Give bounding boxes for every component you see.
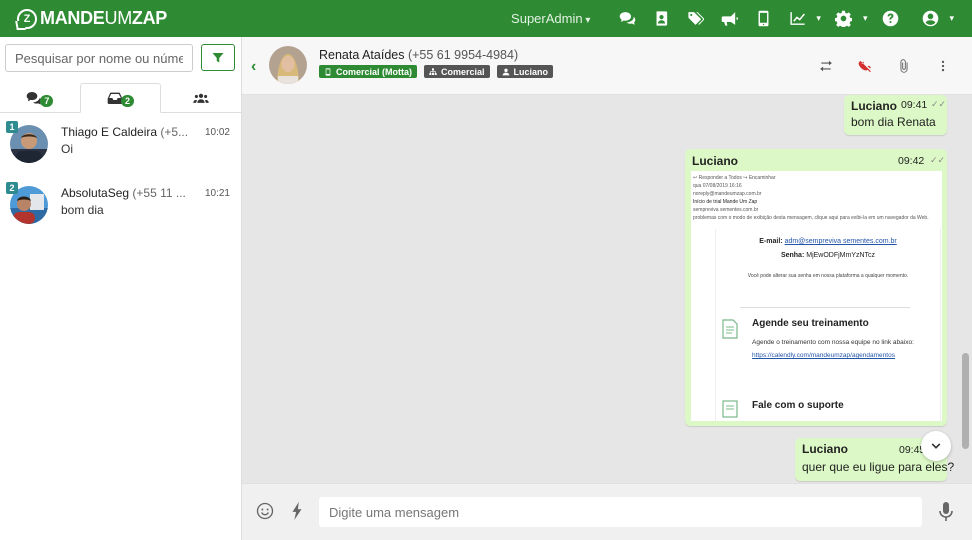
message-input[interactable]	[319, 497, 922, 527]
message-author: Luciano	[802, 442, 849, 456]
message-bubble[interactable]: Luciano 09:42 ✓✓ ↩ Responder a Todos ↪ E…	[685, 149, 947, 426]
filter-button[interactable]	[201, 44, 235, 71]
comments-icon[interactable]	[618, 10, 636, 28]
divider	[740, 307, 910, 308]
chat-header: ‹ Renata Ataídes (+55 61 9954-4984) Come…	[242, 37, 972, 95]
contact-header-name: Renata Ataídes (+55 61 9954-4984)	[319, 48, 519, 62]
tag-team[interactable]: Comercial	[424, 65, 490, 78]
conversations-panel: 7 2 1 Thiago E Caldeira (+5... 10:02 Oi …	[0, 37, 242, 540]
help-icon[interactable]	[881, 10, 899, 28]
timestamp: 10:02	[204, 127, 230, 138]
timestamp: 10:21	[204, 188, 230, 199]
quick-reply-icon[interactable]	[291, 502, 303, 520]
chart-icon[interactable]	[788, 10, 806, 28]
message-author: Luciano	[692, 154, 739, 168]
message-preview: Oi	[61, 142, 73, 156]
tab-chats[interactable]: 7	[0, 83, 80, 112]
conversation-tabs: 7 2	[0, 83, 241, 113]
contact-name: Thiago E Caldeira (+5...	[61, 125, 189, 139]
top-nav: SuperAdmin ▾ ▾ ▾	[511, 0, 972, 37]
back-icon[interactable]: ‹	[251, 58, 256, 76]
user-icon	[502, 68, 509, 75]
users-icon	[193, 93, 209, 103]
message-text: quer que eu ligue para eles?	[802, 460, 955, 474]
document-icon	[722, 319, 738, 339]
avatar[interactable]	[269, 46, 307, 84]
logo-mark-icon: Z	[17, 8, 37, 29]
list-item[interactable]: 2 AbsolutaSeg (+55 11 ... 10:21 bom dia	[0, 180, 241, 240]
chevron-down-icon: ▾	[862, 13, 868, 23]
support-icon	[722, 400, 738, 418]
contact-name: AbsolutaSeg (+55 11 ...	[61, 186, 186, 200]
user-icon[interactable]	[921, 10, 939, 28]
tag-department[interactable]: Comercial (Motta)	[319, 65, 418, 78]
chevron-down-icon	[931, 443, 941, 449]
megaphone-icon[interactable]	[720, 10, 738, 28]
credentials: E-mail: adm@sempreviva sementes.com.br S…	[759, 238, 897, 259]
chevron-down-icon: ▾	[949, 13, 954, 23]
emoji-icon[interactable]	[256, 502, 274, 520]
double-check-icon: ✓✓	[930, 155, 946, 165]
message-composer	[242, 483, 972, 540]
scroll-to-bottom-button[interactable]	[921, 431, 951, 461]
email-image-attachment[interactable]: ↩ Responder a Todos ↪ Encaminhar qua 07/…	[691, 171, 942, 421]
pending-badge: 2	[121, 95, 135, 107]
password-note: Você pode alterar sua senha em nossa pla…	[747, 273, 909, 279]
list-item[interactable]: 1 Thiago E Caldeira (+5... 10:02 Oi	[0, 119, 241, 179]
top-navbar: Z MANDEUMZAP SuperAdmin ▾ ▾ ▾	[0, 0, 972, 37]
chevron-down-icon: ▾	[816, 13, 821, 23]
email-link[interactable]: adm@sempreviva sementes.com.br	[785, 238, 897, 245]
filter-icon	[212, 52, 224, 62]
mobile-icon	[325, 67, 331, 76]
contacts-icon[interactable]	[652, 10, 670, 28]
message-text: bom dia Renata	[851, 115, 936, 129]
message-preview: bom dia	[61, 203, 104, 217]
queue-number: 2	[6, 182, 18, 194]
gear-icon[interactable]	[835, 10, 853, 28]
transfer-icon[interactable]	[819, 59, 833, 73]
calendly-link[interactable]: https://calendly.com/mandeumzap/agendame…	[752, 352, 895, 359]
end-call-icon[interactable]	[858, 59, 872, 73]
double-check-icon: ✓✓	[931, 99, 947, 109]
user-role-menu[interactable]: SuperAdmin	[511, 11, 590, 26]
sitemap-icon	[429, 67, 437, 75]
paperclip-icon[interactable]	[897, 59, 911, 73]
message-bubble[interactable]: Luciano 09:41 ✓✓ bom dia Renata	[844, 95, 947, 135]
mobile-icon[interactable]	[754, 10, 772, 28]
search-input[interactable]	[6, 45, 192, 71]
scrollbar[interactable]	[962, 353, 969, 449]
email-card: E-mail: adm@sempreviva sementes.com.br S…	[715, 229, 941, 421]
messages-area[interactable]: Luciano 09:41 ✓✓ bom dia Renata Luciano …	[242, 95, 972, 483]
search-box	[5, 44, 193, 72]
message-time: 09:41	[901, 99, 928, 111]
unread-badge: 7	[40, 94, 54, 107]
more-vertical-icon[interactable]	[936, 59, 950, 73]
contact-tags: Comercial (Motta) Comercial Luciano	[319, 65, 554, 78]
microphone-icon[interactable]	[939, 502, 953, 522]
tag-agent[interactable]: Luciano	[496, 65, 554, 78]
chat-actions	[819, 59, 950, 73]
app-logo[interactable]: Z MANDEUMZAP	[17, 8, 167, 29]
email-meta: ↩ Responder a Todos ↪ Encaminhar qua 07/…	[693, 175, 929, 221]
tags-icon[interactable]	[686, 10, 704, 28]
message-time: 09:42	[898, 155, 925, 167]
logo-text: MANDEUMZAP	[40, 8, 168, 28]
message-input-wrapper	[319, 497, 922, 527]
tab-inbox[interactable]: 2	[79, 83, 162, 113]
queue-number: 1	[6, 121, 18, 133]
message-author: Luciano	[851, 99, 898, 113]
tab-users[interactable]	[161, 83, 241, 112]
